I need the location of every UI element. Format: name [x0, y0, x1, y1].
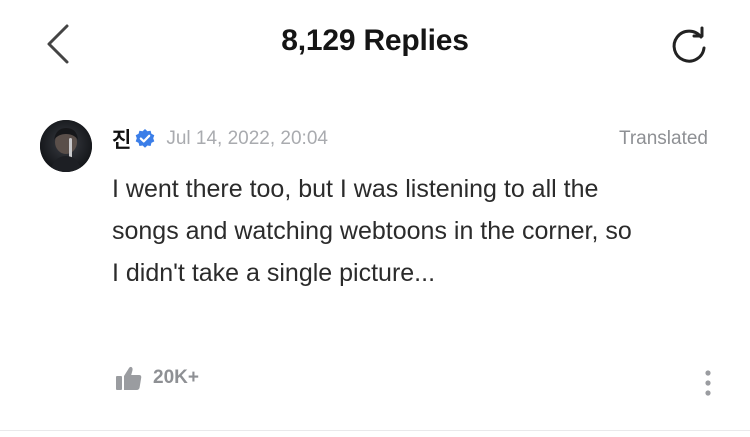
avatar-image	[40, 120, 92, 172]
avatar[interactable]	[40, 120, 92, 172]
like-count: 20K+	[153, 367, 199, 388]
comment-meta: 진 Jul 14, 2022, 20:04	[112, 124, 328, 154]
more-vertical-icon	[705, 370, 711, 396]
verified-badge-icon	[134, 128, 156, 150]
thumbs-up-icon	[116, 366, 142, 390]
more-options-button[interactable]	[698, 368, 718, 398]
translated-label[interactable]: Translated	[619, 128, 708, 150]
page-title: 8,129 Replies	[281, 24, 469, 57]
reply-comment: 진 Jul 14, 2022, 20:04 Translated I went …	[0, 110, 750, 420]
refresh-button[interactable]	[668, 24, 710, 66]
comment-text: I went there too, but I was listening to…	[112, 175, 632, 287]
comment-timestamp: Jul 14, 2022, 20:04	[166, 128, 328, 149]
author-name[interactable]: 진	[112, 124, 131, 154]
like-button[interactable]: 20K+	[115, 365, 199, 391]
top-bar: 8,129 Replies	[0, 0, 750, 90]
refresh-icon	[672, 26, 706, 63]
divider	[0, 430, 750, 431]
